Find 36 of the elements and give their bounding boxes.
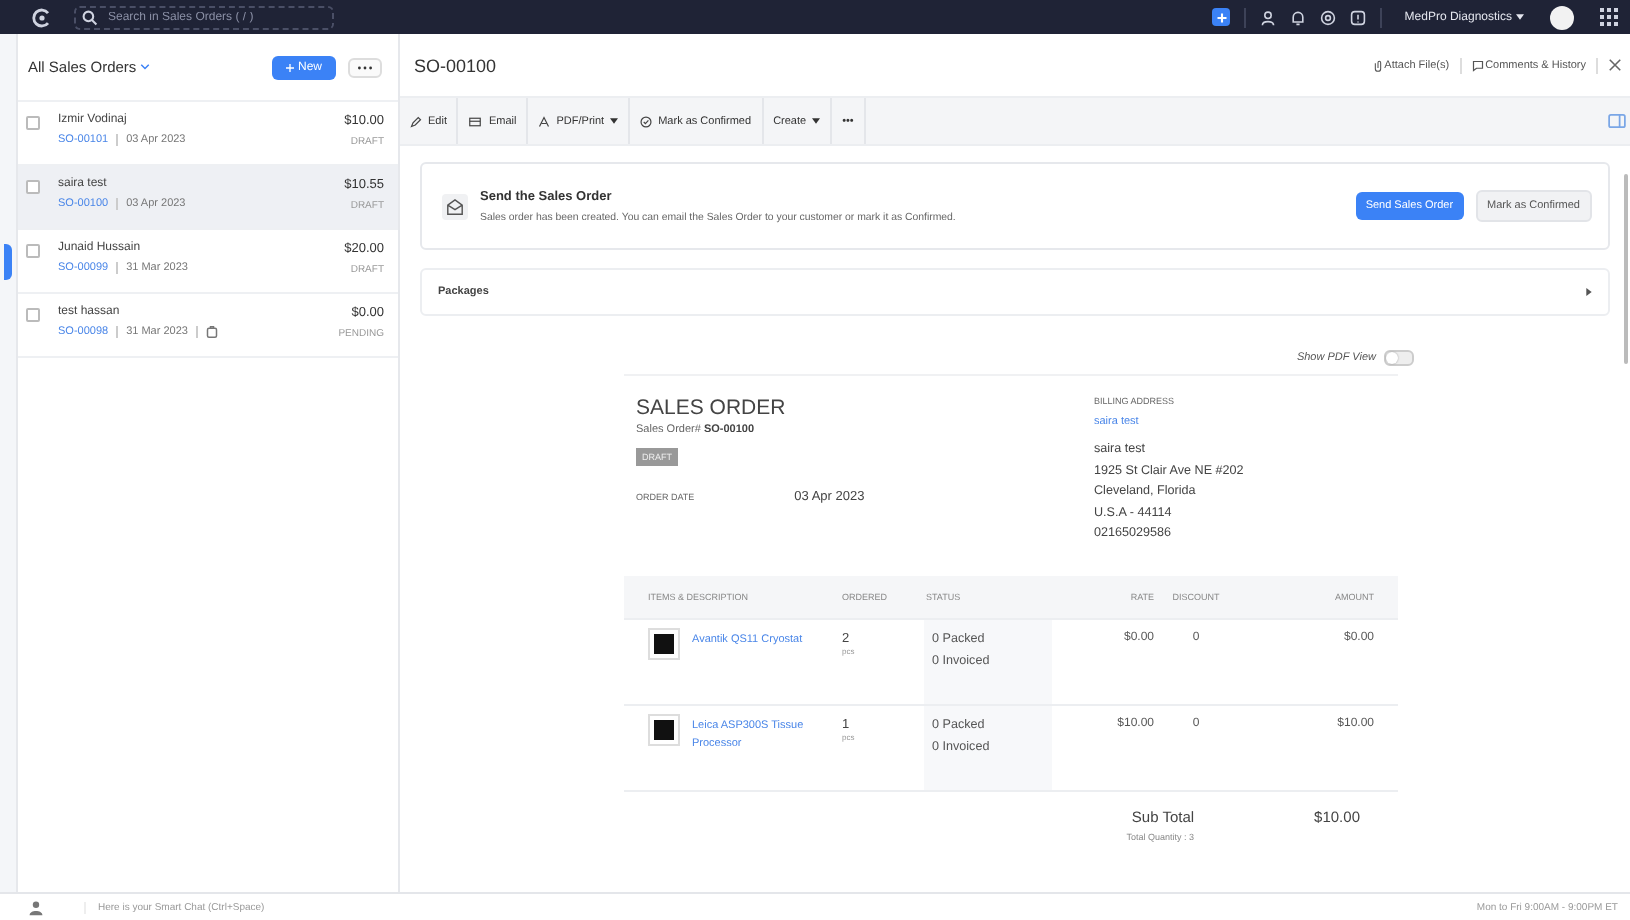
person-icon[interactable] (28, 899, 44, 915)
checkbox[interactable] (26, 116, 40, 130)
speech-bubble-icon (1471, 59, 1484, 71)
document-heading: SALES ORDER (636, 396, 788, 420)
pencil-icon (410, 115, 422, 127)
add-icon[interactable] (1212, 8, 1231, 26)
search-icon (82, 9, 98, 25)
caret-icon (610, 118, 619, 124)
plus-icon (285, 63, 294, 71)
settings-icon[interactable] (1320, 9, 1337, 25)
people-icon[interactable] (1260, 9, 1277, 25)
pdf-icon (538, 115, 551, 127)
apps-grid-icon[interactable] (1600, 8, 1618, 26)
chevron-right-icon (1586, 288, 1592, 296)
paperclip-icon (1374, 59, 1383, 71)
checkbox[interactable] (26, 308, 40, 322)
more-button[interactable] (348, 57, 382, 77)
checkbox[interactable] (26, 180, 40, 194)
envelope-icon (442, 193, 468, 219)
help-icon[interactable] (1350, 9, 1367, 25)
order-title: SO-00100 (414, 55, 497, 75)
checkbox[interactable] (26, 244, 40, 258)
bell-icon[interactable] (1290, 9, 1307, 25)
check-circle-icon (640, 115, 653, 127)
logo-icon (32, 7, 52, 27)
caret-icon (812, 118, 821, 124)
close-button[interactable] (1608, 58, 1622, 72)
envelope-icon (468, 115, 483, 127)
pdf-view-toggle[interactable] (1384, 350, 1414, 366)
rail-tab[interactable] (4, 244, 12, 280)
avatar-icon[interactable] (1550, 5, 1574, 29)
caret-icon (1516, 14, 1524, 20)
product-photo-placeholder (648, 627, 680, 659)
product-photo-placeholder (648, 713, 680, 745)
caret-icon (140, 64, 151, 70)
panel-icon[interactable] (1608, 114, 1626, 128)
